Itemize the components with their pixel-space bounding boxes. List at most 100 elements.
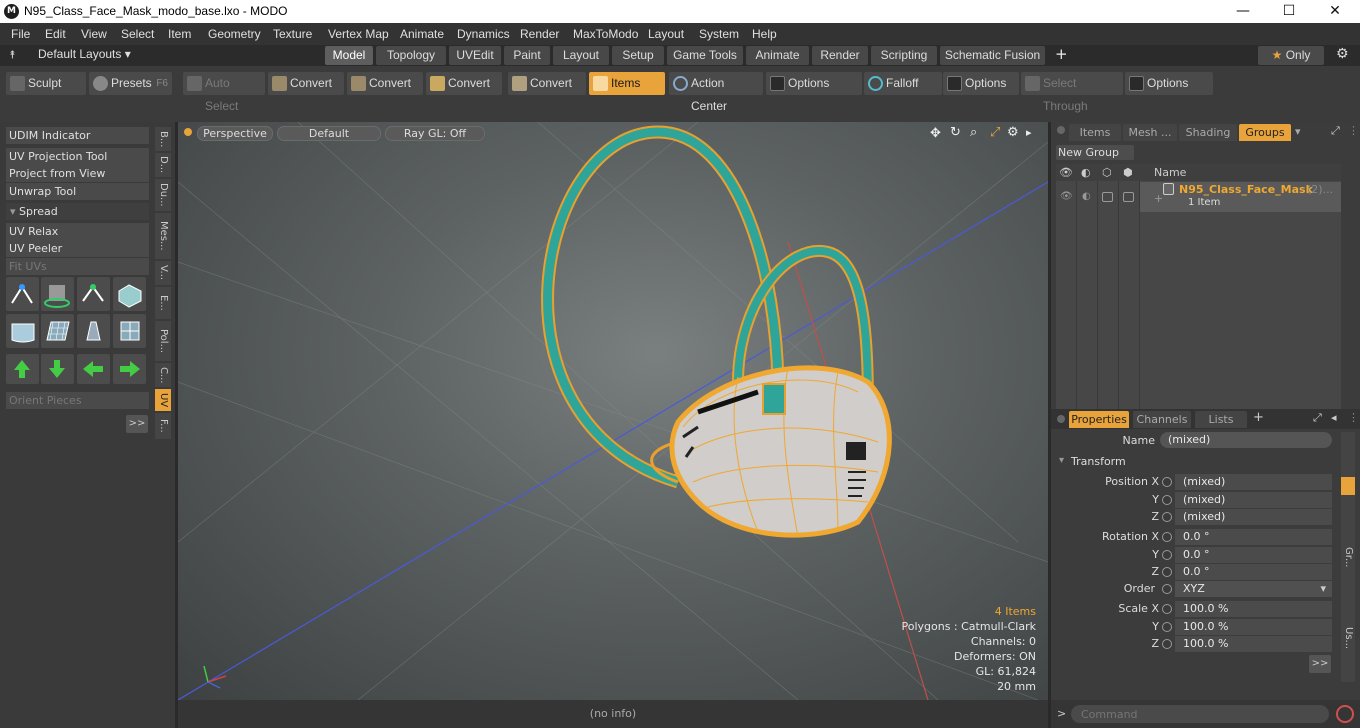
tab-game-tools[interactable]: Game Tools xyxy=(667,46,743,65)
vtab-curve[interactable]: C... xyxy=(155,363,171,387)
lock-checkbox[interactable] xyxy=(1102,192,1113,202)
vtab-mesh-edit[interactable]: Mes... xyxy=(155,213,171,259)
maximize-button[interactable]: ☐ xyxy=(1266,0,1312,23)
unwrap-tool-button[interactable]: Unwrap Tool xyxy=(6,183,149,200)
group-name[interactable]: N95_Class_Face_Mask xyxy=(1179,183,1313,196)
add-tab-button[interactable]: + xyxy=(1253,410,1264,425)
tab-topology[interactable]: Topology xyxy=(376,46,446,65)
menu-dynamics[interactable]: Dynamics xyxy=(457,27,510,41)
add-tab-button[interactable]: + xyxy=(1055,45,1068,63)
pan-icon[interactable]: ✥ xyxy=(930,126,941,141)
menu-maxtomodo[interactable]: MaxToModo xyxy=(573,27,638,41)
new-group-button[interactable]: New Group xyxy=(1056,145,1134,160)
tab-uvedit[interactable]: UVEdit xyxy=(449,46,501,65)
uv-peeler-button[interactable]: UV Peeler xyxy=(6,240,149,257)
chevron-down-icon[interactable]: ▾ xyxy=(1059,455,1064,466)
menu-select[interactable]: Select xyxy=(121,27,154,41)
grip-icon[interactable]: ⋮ xyxy=(1348,411,1359,424)
name-field[interactable]: (mixed) xyxy=(1160,432,1332,448)
perspective-button[interactable]: Perspective xyxy=(197,126,273,141)
viewport-settings-icon[interactable]: ⚙ xyxy=(1007,125,1019,140)
animate-toggle[interactable] xyxy=(1162,550,1172,560)
3d-viewport[interactable]: Perspective Default Ray GL: Off ✥ ↻ ⌕ ⤢ … xyxy=(178,122,1048,700)
vtab-fusion[interactable]: F... xyxy=(155,413,171,439)
uv-cube-icon[interactable] xyxy=(113,314,146,348)
tab-properties[interactable]: Properties xyxy=(1069,411,1129,428)
uv-relax-button[interactable]: UV Relax xyxy=(6,223,149,240)
tab-groups[interactable]: Groups xyxy=(1239,124,1291,141)
shading-default-button[interactable]: Default xyxy=(277,126,381,141)
uv-grid-icon[interactable] xyxy=(41,314,74,348)
rotation-z-field[interactable]: 0.0 ° xyxy=(1175,564,1332,580)
action-center-button[interactable]: Action Center xyxy=(669,72,763,113)
raygl-button[interactable]: Ray GL: Off xyxy=(385,126,485,141)
animate-toggle[interactable] xyxy=(1162,584,1172,594)
tab-channels[interactable]: Channels xyxy=(1133,411,1191,428)
animate-toggle[interactable] xyxy=(1162,512,1172,522)
menu-texture[interactable]: Texture xyxy=(273,27,312,41)
convert-polygons-button[interactable]: Convert xyxy=(426,72,502,95)
scale-x-field[interactable]: 100.0 % xyxy=(1175,601,1332,617)
expand-plus-icon[interactable]: + xyxy=(1154,192,1163,205)
render-icon[interactable]: ◐ xyxy=(1081,166,1091,179)
command-input[interactable] xyxy=(1071,705,1329,723)
vtab-edge[interactable]: E... xyxy=(155,287,171,319)
uv-transform-icon[interactable] xyxy=(6,277,39,311)
uv-projection-tool-button[interactable]: UV Projection Tool xyxy=(6,148,149,165)
panel-menu-dot[interactable] xyxy=(1057,126,1065,134)
collapse-arrow-icon[interactable]: ⯭ xyxy=(9,48,16,62)
animate-toggle[interactable] xyxy=(1162,477,1172,487)
tab-shading[interactable]: Shading xyxy=(1179,124,1237,141)
vtab-uv[interactable]: UV xyxy=(155,389,171,411)
collapse-icon[interactable]: ◂ xyxy=(1331,411,1337,424)
close-button[interactable]: ✕ xyxy=(1312,0,1358,23)
spread-section[interactable]: ▾ Spread xyxy=(6,203,149,220)
falloff-options-button[interactable]: Options xyxy=(943,72,1019,95)
animate-toggle[interactable] xyxy=(1162,567,1172,577)
expand-panel-button[interactable]: >> xyxy=(126,415,148,433)
eye-icon[interactable]: 👁 xyxy=(1060,191,1073,202)
animate-toggle[interactable] xyxy=(1162,495,1172,505)
sculpt-button[interactable]: Sculpt xyxy=(6,72,86,95)
select-through-button[interactable]: Select Through xyxy=(1021,72,1123,113)
eye-icon[interactable]: 👁 xyxy=(1059,166,1073,179)
menu-file[interactable]: File xyxy=(11,27,30,41)
tab-paint[interactable]: Paint xyxy=(504,46,550,65)
chevron-down-icon[interactable]: ▾ xyxy=(1295,125,1301,138)
menu-view[interactable]: View xyxy=(81,27,107,41)
uv-planar-icon[interactable] xyxy=(77,314,110,348)
menu-system[interactable]: System xyxy=(699,27,739,41)
arrow-left-icon[interactable] xyxy=(77,354,110,384)
zoom-icon[interactable]: ⌕ xyxy=(970,125,977,140)
items-mode-button[interactable]: Items xyxy=(589,72,665,95)
convert-materials-button[interactable]: Convert xyxy=(508,72,586,95)
menu-vertex-map[interactable]: Vertex Map xyxy=(328,27,389,41)
project-from-view-button[interactable]: Project from View xyxy=(6,165,149,182)
select-through-options-button[interactable]: Options xyxy=(1125,72,1213,95)
position-x-field[interactable]: (mixed) xyxy=(1175,474,1332,490)
tab-render[interactable]: Render xyxy=(812,46,868,65)
transform-section[interactable]: Transform xyxy=(1071,455,1126,468)
arrow-up-icon[interactable] xyxy=(6,354,39,384)
vtab-duplicate[interactable]: Du... xyxy=(155,179,171,211)
scale-z-field[interactable]: 100.0 % xyxy=(1175,636,1332,652)
viewport-expand-icon[interactable]: ▸ xyxy=(1026,126,1032,139)
arrow-right-icon[interactable] xyxy=(113,354,146,384)
vtab-deform[interactable]: D... xyxy=(155,153,171,177)
vtab-basic[interactable]: B... xyxy=(155,127,171,151)
menu-geometry[interactable]: Geometry xyxy=(208,27,261,41)
vtab-polygon[interactable]: Pol... xyxy=(155,321,171,361)
convert-vertices-button[interactable]: Convert xyxy=(268,72,344,95)
menu-item[interactable]: Item xyxy=(168,27,191,41)
position-y-field[interactable]: (mixed) xyxy=(1175,492,1332,508)
render-icon[interactable]: ◐ xyxy=(1082,191,1091,202)
convert-edges-button[interactable]: Convert xyxy=(347,72,423,95)
presets-button[interactable]: Presets F6 xyxy=(89,72,172,95)
rotate-icon[interactable]: ↻ xyxy=(950,125,961,140)
layout-selector[interactable]: Default Layouts ▾ xyxy=(38,47,131,61)
tab-model[interactable]: Model xyxy=(325,46,373,65)
select-icon[interactable]: ⬢ xyxy=(1123,166,1133,179)
expand-icon[interactable]: ⤢ xyxy=(1313,411,1322,425)
minimize-button[interactable]: — xyxy=(1220,0,1266,23)
maximize-viewport-icon[interactable]: ⤢ xyxy=(990,125,1000,140)
